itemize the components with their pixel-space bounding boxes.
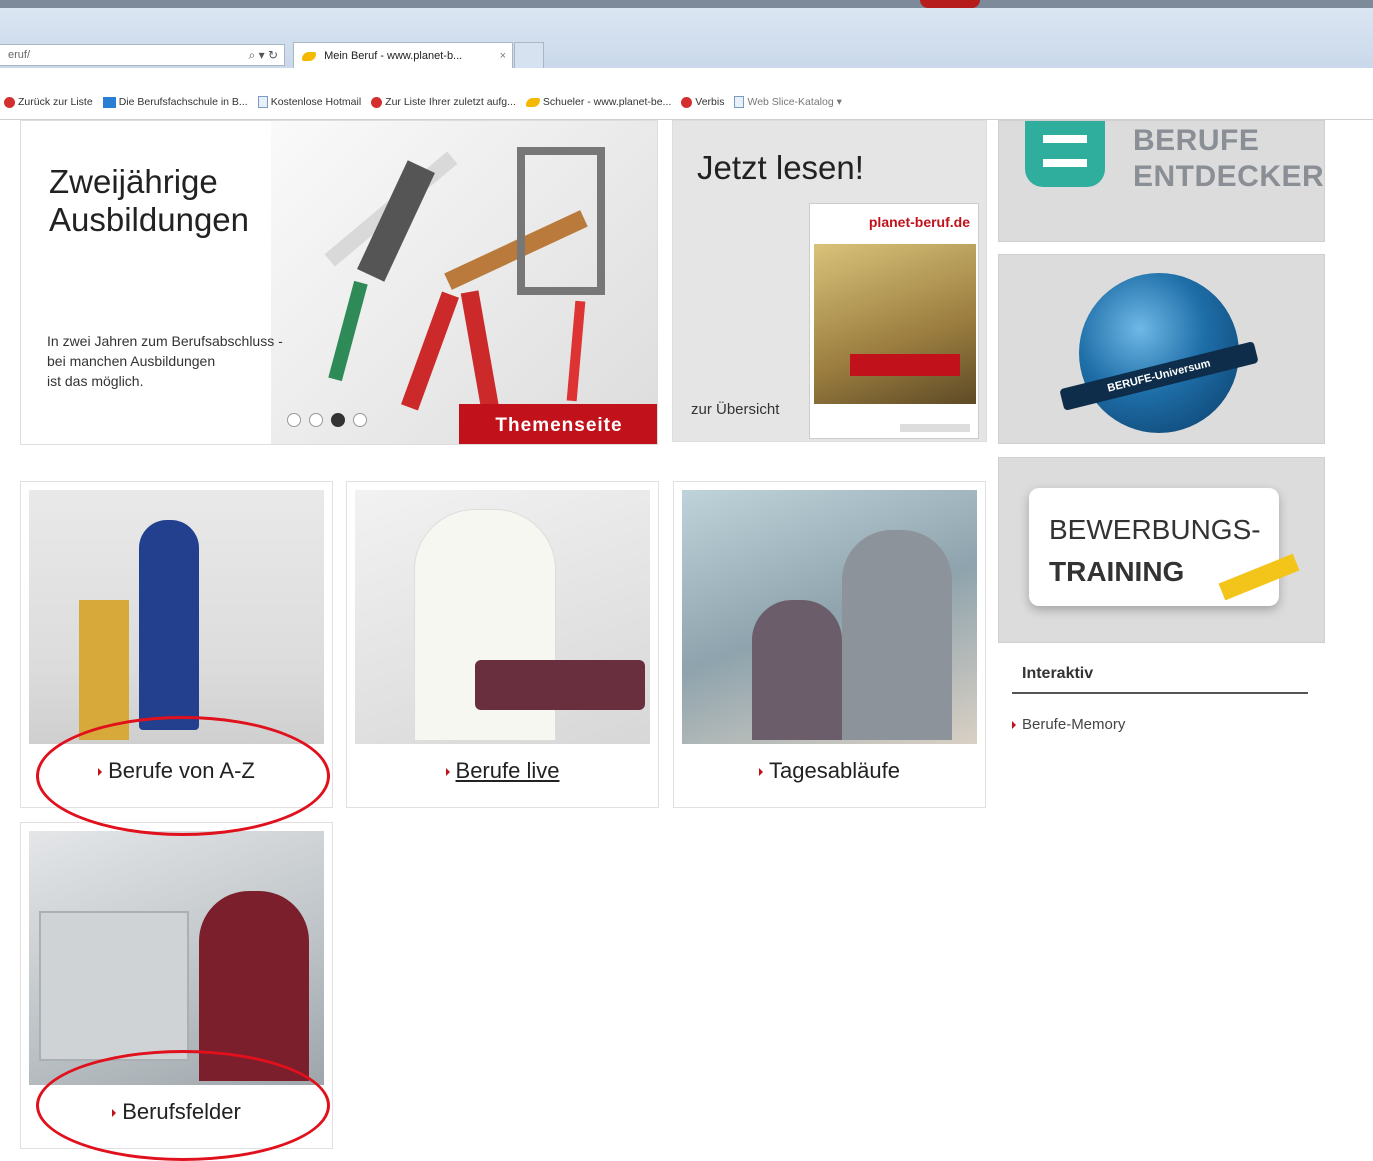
favorite-label: Schueler - www.planet-be... <box>542 96 672 108</box>
tile-label-text: Berufsfelder <box>122 1099 241 1124</box>
tab-mein-beruf[interactable]: Mein Beruf - www.planet-b... × <box>293 42 513 70</box>
arrow-right-icon <box>112 1109 117 1118</box>
berufe-universum-banner[interactable]: BERUFE-Universum <box>998 254 1325 444</box>
carousel-dot-2[interactable] <box>309 413 323 427</box>
jetzt-lesen-box[interactable]: Jetzt lesen! zur Übersicht planet-beruf.… <box>672 120 987 442</box>
favorite-schueler[interactable]: Schueler - www.planet-be... <box>525 96 672 108</box>
tools-illustration <box>324 147 605 412</box>
tools-image <box>271 121 657 444</box>
favorite-label: Kostenlose Hotmail <box>270 96 362 108</box>
address-value: eruf/ <box>8 49 31 61</box>
pencil-icon <box>1218 553 1300 601</box>
magazine-brand: planet-beruf.de <box>868 214 970 230</box>
browser-tabbar: eruf/ ⌕ ▾ ↻ Mein Beruf - www.planet-b...… <box>0 8 1373 70</box>
hero-text: In zwei Jahren zum Berufsabschluss - bei… <box>47 331 347 391</box>
tile-label[interactable]: Berufsfelder <box>21 1099 332 1125</box>
red-circle-icon <box>4 96 15 108</box>
favorite-label: Web Slice-Katalog ▾ <box>747 96 842 108</box>
favorite-label: Die Berufsfachschule in B... <box>118 96 248 108</box>
entdecker-logo-icon <box>1025 121 1105 187</box>
hero-title-line: Zweijährige <box>49 163 218 200</box>
bewerbung-card: BEWERBUNGS- TRAINING <box>1029 488 1300 606</box>
favorite-zuletzt[interactable]: Zur Liste Ihrer zuletzt aufg... <box>371 96 516 108</box>
favorite-hotmail[interactable]: Kostenlose Hotmail <box>257 96 362 108</box>
favorite-label: Verbis <box>695 96 725 108</box>
favorite-berufsfachschule[interactable]: Die Berufsfachschule in B... <box>102 96 248 108</box>
blue-page-icon <box>102 96 116 108</box>
red-circle-icon <box>371 96 383 108</box>
address-controls[interactable]: ⌕ ▾ ↻ <box>249 45 278 65</box>
tile-berufe-live[interactable]: Berufe live <box>346 481 659 808</box>
jetzt-lesen-title: Jetzt lesen! <box>697 149 864 186</box>
interaktiv-heading: Interaktiv <box>1022 665 1094 682</box>
hero-title-line: Ausbildungen <box>49 201 249 238</box>
arrow-right-icon <box>1012 721 1016 730</box>
magazine-photo <box>814 244 976 404</box>
themenseite-button[interactable]: Themenseite <box>459 404 657 444</box>
page-icon <box>257 96 268 108</box>
carousel-dot-3[interactable] <box>331 413 345 427</box>
bewerbung-line2: TRAINING <box>1049 556 1185 587</box>
favorite-web-slice[interactable]: Web Slice-Katalog ▾ <box>734 96 842 108</box>
tile-label[interactable]: Berufe von A-Z <box>21 758 332 784</box>
interaktiv-divider <box>1012 692 1308 694</box>
berufe-entdecker-banner[interactable]: BERUFE ENTDECKER <box>998 120 1325 242</box>
entdecker-text: BERUFE ENTDECKER <box>1133 123 1324 195</box>
hero-text-line: ist das möglich. <box>47 373 144 389</box>
page-icon <box>734 96 745 108</box>
carousel-dot-1[interactable] <box>287 413 301 427</box>
yellow-fav-icon <box>525 97 540 107</box>
berufe-memory-label: Berufe-Memory <box>1022 716 1126 733</box>
favorite-label: Zur Liste Ihrer zuletzt aufg... <box>385 96 516 108</box>
red-circle-icon <box>681 96 693 108</box>
bewerbung-line1: BEWERBUNGS- <box>1049 514 1261 545</box>
arrow-right-icon <box>445 768 450 777</box>
new-tab-button[interactable] <box>514 42 544 70</box>
arrow-right-icon <box>759 768 764 777</box>
tile-berufsfelder[interactable]: Berufsfelder <box>20 822 333 1149</box>
window-top-strip <box>0 0 1373 8</box>
bewerbungstraining-banner[interactable]: BEWERBUNGS- TRAINING <box>998 457 1325 643</box>
planet-beruf-favicon <box>302 51 316 61</box>
favorites-bar: Zurück zur Liste Die Berufsfachschule in… <box>0 68 1373 120</box>
tile-berufe-von-a-z[interactable]: Berufe von A-Z <box>20 481 333 808</box>
tile-label[interactable]: Berufe live <box>347 758 658 784</box>
magazine-cover[interactable]: planet-beruf.de <box>809 203 979 439</box>
tile-tagesablaeufe[interactable]: Tagesabläufe <box>673 481 986 808</box>
favorite-verbis[interactable]: Verbis <box>681 96 724 108</box>
tile-label-text: Berufe von A-Z <box>108 758 255 783</box>
hero-text-line: bei manchen Ausbildungen <box>47 353 216 369</box>
tile-image-teacher <box>682 490 977 744</box>
berufe-memory-link[interactable]: Berufe-Memory <box>1012 716 1125 733</box>
desktop-background <box>920 0 980 8</box>
tile-image-technician <box>29 831 324 1085</box>
tab-title: Mein Beruf - www.planet-b... <box>324 50 463 62</box>
hero-text-line: In zwei Jahren zum Berufsabschluss - <box>47 333 283 349</box>
carousel-dot-4[interactable] <box>353 413 367 427</box>
address-bar[interactable]: eruf/ ⌕ ▾ ↻ <box>0 44 285 66</box>
tile-label-text: Tagesabläufe <box>769 758 900 783</box>
tile-image-chef <box>355 490 650 744</box>
arrow-right-icon <box>98 768 103 777</box>
zur-uebersicht-link[interactable]: zur Übersicht <box>691 401 779 418</box>
tile-label-text: Berufe live <box>455 758 560 783</box>
magazine-footer <box>900 424 970 432</box>
tile-image-worker <box>29 490 324 744</box>
favorite-label: Zurück zur Liste <box>18 96 93 108</box>
tile-label[interactable]: Tagesabläufe <box>674 758 985 784</box>
hero-banner[interactable]: Zweijährige Ausbildungen In zwei Jahren … <box>20 120 658 445</box>
carousel-dots <box>287 413 367 427</box>
hero-title: Zweijährige Ausbildungen <box>49 163 309 239</box>
favorite-zurueck-zur-liste[interactable]: Zurück zur Liste <box>4 96 93 108</box>
magazine-band <box>850 354 960 376</box>
tab-close-icon[interactable]: × <box>500 43 506 69</box>
entdecker-line: BERUFE <box>1133 124 1260 157</box>
entdecker-line: ENTDECKER <box>1133 160 1325 193</box>
